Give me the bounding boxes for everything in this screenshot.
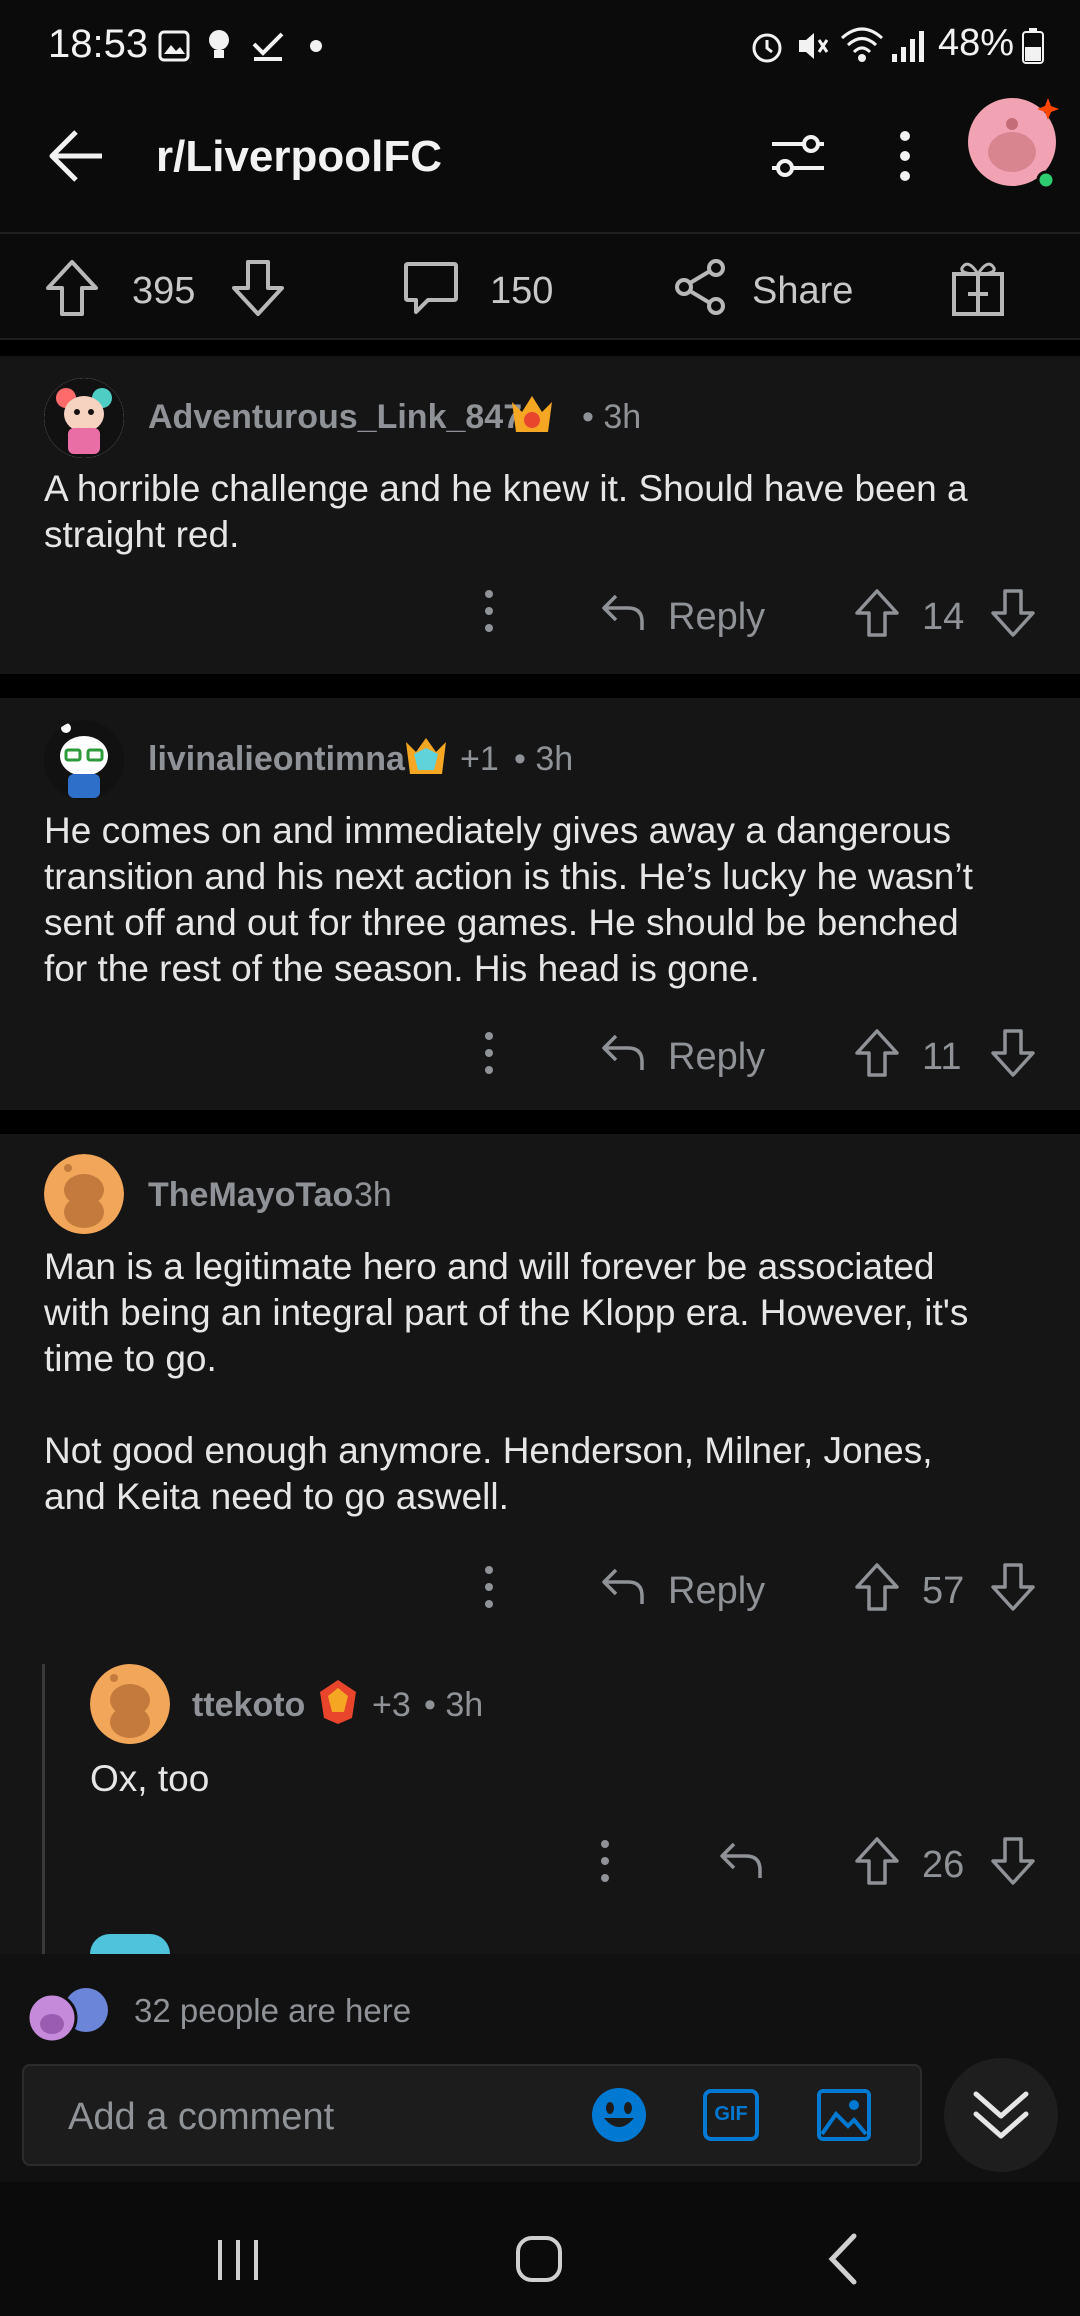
comment-more-icon[interactable] [482,1030,496,1076]
reply-button[interactable]: Reply [668,596,765,639]
post-score: 395 [132,270,196,312]
achievement-badge-icon [402,734,450,780]
downvote-icon[interactable] [990,588,1036,638]
upvote-icon[interactable] [854,1028,900,1078]
comment-icon[interactable] [402,260,460,318]
recents-icon[interactable] [214,2238,262,2282]
avatar[interactable] [44,1154,124,1234]
comment-time: • 3h [514,740,574,778]
reply-button[interactable]: Reply [668,1570,765,1613]
upvote-icon[interactable] [854,1836,900,1886]
comment-score: 11 [922,1036,962,1078]
home-icon[interactable] [514,2234,564,2284]
upvote-icon[interactable] [854,588,900,638]
comment-card: Adventurous_Link_847 • 3h A horrible cha… [0,356,1080,674]
bulb-icon [206,28,232,64]
battery-icon [1022,28,1044,64]
gallery-icon [158,30,190,62]
reply-icon[interactable] [600,592,646,632]
downvote-icon[interactable] [990,1028,1036,1078]
image-icon[interactable] [816,2088,872,2142]
award-gift-icon[interactable] [950,256,1006,318]
comment-input-placeholder: Add a comment [68,2096,335,2138]
presence-text: 32 people are here [134,1992,412,2029]
reply-icon[interactable] [600,1566,646,1606]
comment-count[interactable]: 150 [490,270,553,313]
comment-more-icon[interactable] [482,588,496,634]
downvote-icon[interactable] [990,1562,1036,1612]
share-icon[interactable] [672,258,728,316]
page-title[interactable]: r/LiverpoolFC [156,132,442,182]
gif-icon[interactable]: GIF [702,2088,760,2142]
comment-username[interactable]: ttekoto [192,1686,305,1725]
upvote-icon[interactable] [854,1562,900,1612]
check-icon [250,30,286,62]
reply-icon[interactable] [600,1032,646,1072]
reply-button[interactable]: Reply [668,1036,765,1079]
downvote-icon[interactable] [990,1836,1036,1886]
double-chevron-down-icon [972,2088,1030,2144]
achievement-badge-icon [314,1678,362,1726]
comment-flair: +3 [372,1686,411,1724]
comment-input[interactable]: Add a comment GIF [22,2064,922,2166]
gif-label: GIF [714,2103,748,2125]
divider [0,1110,1080,1134]
post-action-bar: 395 150 Share [0,232,1080,340]
filter-icon[interactable] [768,130,828,182]
collapse-comments-button[interactable] [944,2058,1058,2172]
alarm-icon [750,28,784,64]
back-arrow-icon[interactable] [46,128,106,184]
comment-username[interactable]: TheMayoTao [148,1176,353,1215]
comment-time: • 3h [424,1686,484,1724]
comment-body: Man is a legitimate hero and will foreve… [44,1246,969,1517]
more-options-icon[interactable] [898,128,912,184]
avatar[interactable] [90,1664,170,1744]
user-avatar[interactable] [966,92,1066,192]
divider [0,674,1080,698]
comment-body: Ox, too [90,1758,210,1799]
comment-time: 3h [354,1176,392,1214]
reply-icon[interactable] [718,1840,764,1880]
avatar[interactable] [44,378,124,458]
avatar[interactable] [90,1934,170,1954]
system-nav-bar [0,2182,1080,2316]
back-icon[interactable] [826,2232,860,2286]
comment-card: TheMayoTao 3h Man is a legitimate hero a… [0,1134,1080,1954]
signal-icon [890,28,926,62]
comment-more-icon[interactable] [598,1838,612,1884]
status-bar: 18:53 48% [0,0,1080,92]
dot-icon [310,40,322,52]
avatar[interactable] [44,720,124,800]
comment-score: 14 [922,596,965,638]
comment-flair: +1 [460,740,499,778]
wifi-icon [840,26,884,64]
comment-body: He comes on and immediately gives away a… [44,810,973,989]
comment-more-icon[interactable] [482,1564,496,1610]
battery-percent: 48% [937,22,1014,64]
comment-time: • 3h [582,398,642,436]
comment-username[interactable]: livinalieontimna [148,740,405,779]
upvote-icon[interactable] [44,258,100,318]
comment-card: livinalieontimna +1 • 3h He comes on and… [0,698,1080,1110]
comment-score: 57 [922,1570,965,1612]
comment-body: A horrible challenge and he knew it. Sho… [44,468,968,555]
emoji-icon[interactable] [590,2086,648,2144]
subreddit-header: r/LiverpoolFC [0,92,1080,232]
downvote-icon[interactable] [230,258,286,318]
presence-avatars [24,1986,114,2046]
divider [0,340,1080,356]
thread-line[interactable] [42,1664,45,1954]
comment-score: 26 [922,1844,965,1886]
achievement-badge-icon [508,392,556,438]
status-time: 18:53 [48,22,149,66]
mute-icon [795,28,831,64]
share-button[interactable]: Share [752,270,853,313]
comment-username[interactable]: Adventurous_Link_847 [148,398,522,437]
